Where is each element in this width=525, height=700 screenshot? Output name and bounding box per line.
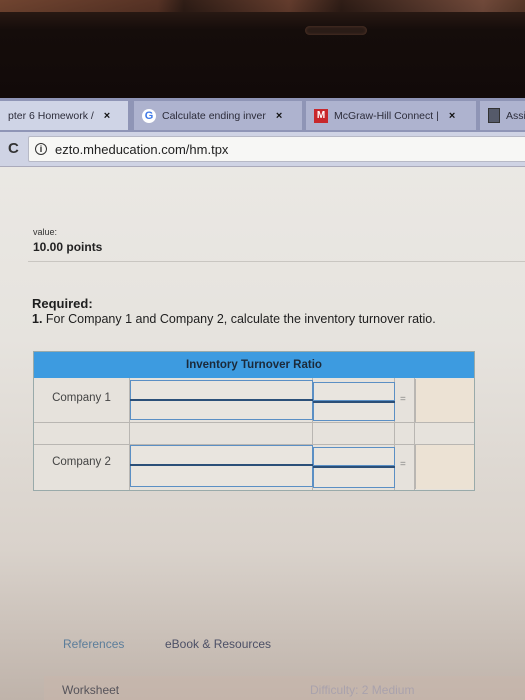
fraction-bar — [130, 399, 313, 401]
ebook-resources-link[interactable]: eBook & Resources — [165, 637, 271, 651]
instruction-number: 1. — [32, 312, 43, 326]
tab-assignment[interactable]: Assig — [480, 101, 525, 130]
equals-sign: = — [400, 394, 406, 405]
company-1-denominator-left-input[interactable] — [130, 400, 313, 420]
difficulty-label: Difficulty: 2 Medium — [310, 683, 415, 697]
company-1-numerator-right-input[interactable] — [313, 382, 395, 401]
close-tab-icon[interactable]: × — [104, 110, 110, 122]
references-link[interactable]: References — [63, 637, 124, 651]
document-icon — [488, 108, 500, 123]
tab-strip: pter 6 Homework / × G Calculate ending i… — [0, 98, 525, 132]
close-tab-icon[interactable]: × — [449, 110, 455, 122]
required-heading: Required: — [32, 296, 93, 311]
company-label: Company 1 — [52, 392, 111, 404]
fraction-bar — [130, 464, 313, 466]
fraction-bar — [313, 466, 395, 468]
instruction-text: 1. For Company 1 and Company 2, calculat… — [32, 312, 436, 326]
info-icon[interactable]: i — [35, 143, 47, 155]
webcam — [305, 26, 367, 35]
company-2-denominator-left-input[interactable] — [130, 465, 313, 487]
row-divider — [34, 422, 474, 423]
instruction-body: For Company 1 and Company 2, calculate t… — [42, 312, 436, 326]
tab-calculate-ending-inventory[interactable]: G Calculate ending inver × — [134, 101, 302, 130]
browser-screen: pter 6 Homework / × G Calculate ending i… — [0, 98, 525, 700]
company-1-denominator-right-input[interactable] — [313, 401, 395, 421]
company-2-denominator-right-input[interactable] — [313, 466, 395, 488]
laptop-bezel — [0, 0, 525, 98]
tab-label: McGraw-Hill Connect | — [334, 109, 439, 122]
company-2-result — [415, 445, 474, 489]
tab-label: Calculate ending inver — [162, 109, 266, 122]
google-g-icon: G — [142, 108, 156, 123]
background-strip — [0, 0, 525, 12]
inventory-turnover-table: Inventory Turnover Ratio Company 1 = Com… — [33, 351, 475, 491]
tab-label: Assig — [506, 109, 525, 122]
tab-homework[interactable]: pter 6 Homework / × — [0, 101, 128, 130]
company-label: Company 2 — [52, 456, 111, 468]
browser-toolbar: C i ezto.mheducation.com/hm.tpx — [0, 132, 525, 167]
value-points: 10.00 points — [33, 240, 103, 254]
divider — [28, 261, 525, 262]
close-tab-icon[interactable]: × — [276, 110, 282, 122]
company-1-result — [415, 379, 474, 422]
url-text: ezto.mheducation.com/hm.tpx — [55, 141, 229, 157]
company-2-numerator-left-input[interactable] — [130, 445, 313, 465]
tab-mcgraw-hill-connect[interactable]: M McGraw-Hill Connect | × — [306, 101, 476, 130]
value-label: value: — [33, 227, 58, 237]
tab-label: pter 6 Homework / — [8, 109, 94, 122]
fraction-bar — [313, 401, 395, 403]
table-header: Inventory Turnover Ratio — [34, 352, 474, 378]
mcgraw-hill-m-icon: M — [314, 108, 328, 123]
reload-icon[interactable]: C — [8, 140, 19, 157]
company-2-numerator-right-input[interactable] — [313, 447, 395, 466]
worksheet-tab[interactable]: Worksheet — [62, 683, 119, 697]
equals-sign: = — [400, 459, 406, 470]
address-bar[interactable]: i ezto.mheducation.com/hm.tpx — [28, 136, 525, 162]
company-1-numerator-left-input[interactable] — [130, 380, 313, 400]
